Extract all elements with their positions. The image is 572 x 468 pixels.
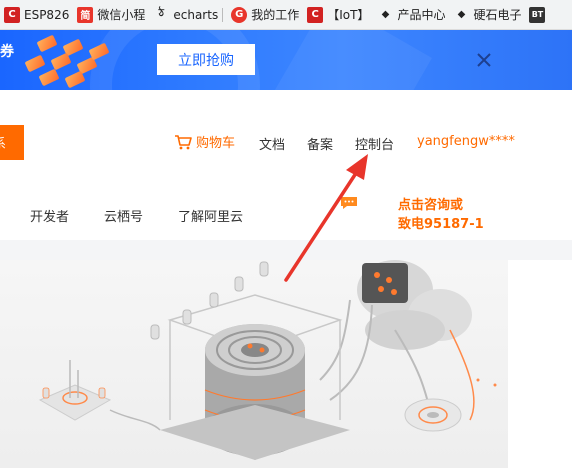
bookmark-bt[interactable]: BT [529,4,549,26]
nav-developer[interactable]: 开发者 [30,206,69,225]
bookmark-label: 【IoT】 [327,8,370,22]
consult-hotline[interactable]: 点击咨询或 致电95187-1 [398,196,484,234]
buy-now-button[interactable]: 立即抢购 [157,44,255,75]
bookmark-label: 微信小程 [97,8,146,22]
consult-line1: 点击咨询或 [398,198,464,213]
bookmark-label: 我的工作 [251,8,300,22]
hero-right-blank [508,260,572,468]
gitee-icon: G [231,6,248,23]
coupons-illustration [20,34,110,90]
orange-cta-button[interactable]: 系 [0,125,24,160]
hero-illustration [0,260,508,468]
page: C ESP826 简 微信小程 ঠ echarts G 我的工作 C 【IoT】… [0,0,572,468]
bookmark-label: ESP826 [24,7,70,22]
consult-line2: 致电95187-1 [398,217,484,232]
bookmark-echarts[interactable]: ঠ echarts [153,4,224,26]
bookmark-label: echarts [173,7,219,22]
bt-icon: BT [529,6,546,23]
bookmark-separator [222,7,224,22]
close-icon[interactable] [474,50,494,70]
c-logo-icon: C [4,6,20,23]
username-link[interactable]: yangfengw**** [417,134,515,149]
bookmark-esp826[interactable]: C ESP826 [4,4,69,26]
cart-link[interactable]: 购物车 [174,132,235,151]
nav-yunqi[interactable]: 云栖号 [104,206,143,225]
bookmark-label: 产品中心 [397,8,446,22]
nav-about-aliyun[interactable]: 了解阿里云 [178,206,243,225]
promo-banner: 券 立即抢购 [0,30,572,90]
bookmark-label: 硬石电子 [473,8,522,22]
bookmark-iot[interactable]: C 【IoT】 [307,4,369,26]
c-logo-icon: C [307,6,324,23]
promo-text: 券 [0,44,14,60]
orange-cta-label: 系 [0,133,6,152]
bookmark-product-center[interactable]: ◆ 产品中心 [377,4,446,26]
bookmark-wechat-miniprogram[interactable]: 简 微信小程 [77,4,145,26]
cart-label: 购物车 [196,136,236,151]
bookmark-my-work[interactable]: G 我的工作 [231,4,299,26]
isometric-server-illustration [38,260,497,460]
cube-icon: ◆ [381,9,390,20]
jian-icon: 简 [77,6,94,23]
cube-icon: ◆ [457,9,466,20]
bookmarks-bar: C ESP826 简 微信小程 ঠ echarts G 我的工作 C 【IoT】… [0,0,572,30]
annotation-arrow [284,154,368,282]
echarts-logo-icon: ঠ [158,8,165,19]
bookmark-yingshi[interactable]: ◆ 硬石电子 [453,4,522,26]
banner-decoration [268,30,432,90]
cart-icon [175,134,192,149]
